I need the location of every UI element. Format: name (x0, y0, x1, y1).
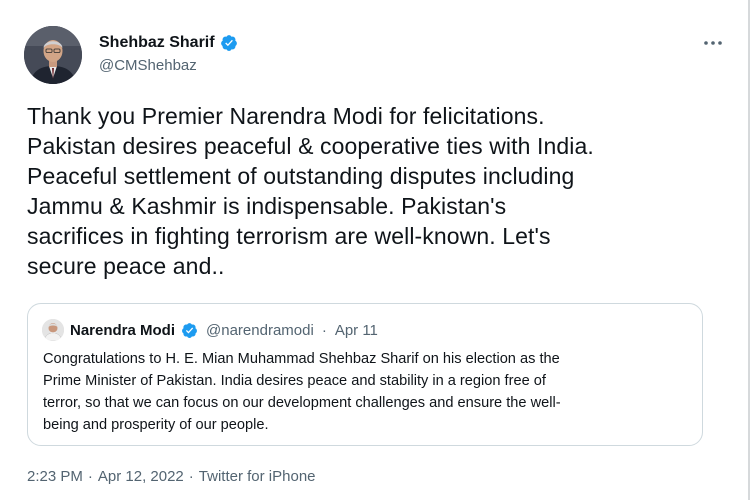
quoted-tweet[interactable]: Narendra Modi @narendramodi · Apr 11 Con… (27, 303, 703, 446)
author-name-row: Shehbaz Sharif (99, 33, 238, 53)
verified-badge-icon (220, 34, 238, 52)
author-info: Shehbaz Sharif @CMShehbaz (99, 33, 238, 74)
quoted-verified-badge-icon (181, 322, 198, 339)
quoted-separator: · (321, 321, 327, 339)
author-avatar[interactable] (24, 26, 82, 84)
quoted-author-handle: @narendramodi (206, 321, 314, 339)
tweet-card: Shehbaz Sharif @CMShehbaz Thank you Prem… (0, 0, 750, 500)
footer-separator: · (188, 468, 194, 485)
tweet-timestamp-time[interactable]: 2:23 PM (27, 468, 83, 485)
tweet-timestamp-date[interactable]: Apr 12, 2022 (98, 468, 184, 485)
footer-separator: · (87, 468, 93, 485)
quoted-tweet-header: Narendra Modi @narendramodi · Apr 11 (42, 319, 378, 341)
more-horizontal-icon (704, 41, 722, 45)
quoted-tweet-text: Congratulations to H. E. Mian Muhammad S… (43, 351, 561, 433)
tweet-text: Thank you Premier Narendra Modi for feli… (27, 103, 594, 279)
author-handle[interactable]: @CMShehbaz (99, 57, 238, 74)
tweet-source[interactable]: Twitter for iPhone (199, 468, 316, 485)
quoted-author-name: Narendra Modi (70, 321, 176, 339)
tweet-footer: 2:23 PM · Apr 12, 2022 · Twitter for iPh… (27, 468, 316, 485)
more-options-button[interactable] (700, 34, 726, 52)
quoted-date: Apr 11 (334, 321, 378, 339)
author-name[interactable]: Shehbaz Sharif (99, 34, 215, 52)
quoted-author-avatar (42, 319, 64, 341)
